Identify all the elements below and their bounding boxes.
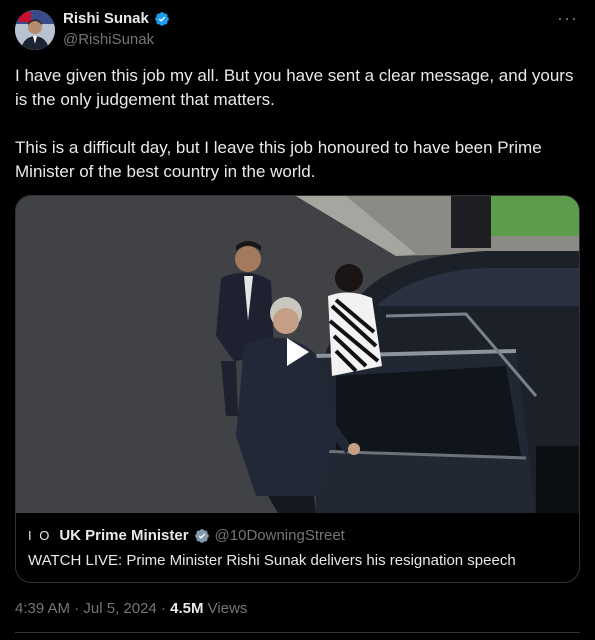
media-card[interactable]: I O UK Prime Minister @10DowningStreet W… <box>15 195 580 583</box>
verified-icon <box>154 11 170 27</box>
source-logo-icon: I O <box>28 528 52 543</box>
author-handle[interactable]: @RishiSunak <box>63 31 154 48</box>
avatar[interactable] <box>15 10 55 50</box>
source-name[interactable]: UK Prime Minister <box>59 527 188 544</box>
play-icon[interactable] <box>269 326 321 378</box>
more-horizontal-icon[interactable]: ··· <box>557 8 578 29</box>
tweet-meta: 4:39 AM · Jul 5, 2024 · 4.5M Views <box>15 600 247 617</box>
tweet-paragraph: I have given this job my all. But you ha… <box>15 66 574 109</box>
tweet-text: I have given this job my all. But you ha… <box>15 64 585 184</box>
avatar-image <box>15 10 55 50</box>
divider <box>15 632 580 633</box>
tweet-time[interactable]: 4:39 AM <box>15 600 70 617</box>
tweet-date[interactable]: Jul 5, 2024 <box>83 600 156 617</box>
quoted-source[interactable]: I O UK Prime Minister @10DowningStreet <box>28 527 345 544</box>
author-name[interactable]: Rishi Sunak <box>63 10 149 27</box>
gray-verified-icon <box>194 528 210 544</box>
media-caption: WATCH LIVE: Prime Minister Rishi Sunak d… <box>28 552 516 569</box>
views-label: Views <box>207 600 248 617</box>
views-count: 4.5M <box>170 600 204 617</box>
video-thumbnail[interactable] <box>16 196 579 513</box>
source-handle[interactable]: @10DowningStreet <box>215 527 345 544</box>
meta-separator: · <box>74 600 80 617</box>
meta-separator: · <box>160 600 166 617</box>
tweet-paragraph: This is a difficult day, but I leave thi… <box>15 138 542 181</box>
